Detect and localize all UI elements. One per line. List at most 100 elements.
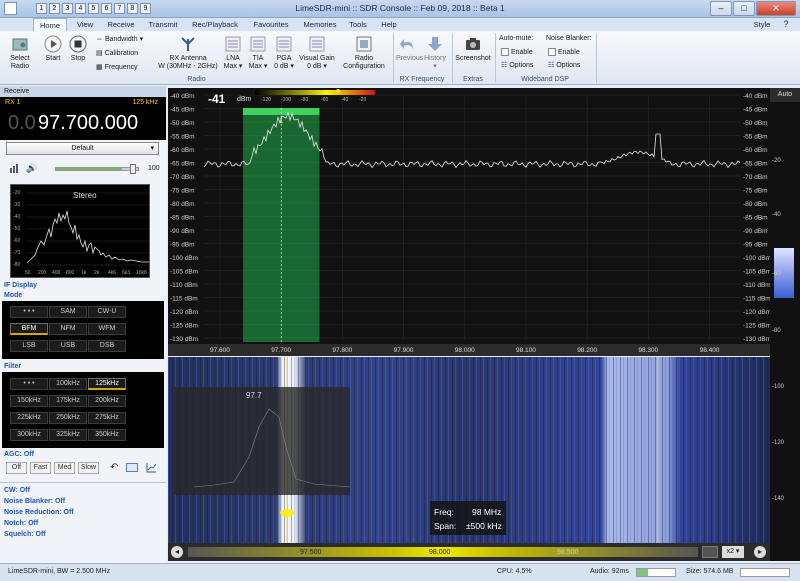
calibration-button[interactable]: ▤ Calibration: [96, 50, 138, 58]
filter-header[interactable]: Filter: [4, 363, 21, 370]
pga-gain-icon: [276, 36, 292, 52]
scroll-right-icon[interactable]: ▸: [754, 546, 766, 558]
rx-antenna-button[interactable]: RX Antenna W (30MHz - 2GHz): [158, 35, 218, 71]
volume-slider-thumb[interactable]: [130, 164, 136, 174]
rx-overlay-panel[interactable]: 97.7: [174, 387, 350, 495]
filter-125khz-button[interactable]: 125kHz: [88, 378, 126, 390]
auto-mute-options-button[interactable]: ☷ Options: [501, 62, 533, 70]
zoom-dropdown[interactable]: x2 ▾: [722, 546, 744, 558]
preset-dropdown[interactable]: Default ▾: [6, 142, 159, 155]
agc-slow-button[interactable]: Slow: [78, 462, 99, 474]
filter-250khz-button[interactable]: 250kHz: [49, 412, 87, 424]
tab-memories[interactable]: Memories: [298, 18, 342, 31]
agc-med-button[interactable]: Med: [54, 462, 75, 474]
noise-blanker-enable-checkbox[interactable]: Enable: [548, 48, 580, 57]
filter-175khz-button[interactable]: 175kHz: [49, 395, 87, 407]
filter-225khz-button[interactable]: 225kHz: [10, 412, 48, 424]
scroll-label: 98.000: [429, 549, 451, 556]
pga-gain-button[interactable]: PGA 0 dB ▾: [272, 35, 296, 71]
filter-300khz-button[interactable]: 300kHz: [10, 429, 48, 441]
audio-y-tick: -20: [13, 190, 21, 196]
db-label-left: -50 dBm: [170, 120, 195, 127]
bandwidth-button[interactable]: ⇔ Bandwidth ▾: [96, 36, 143, 44]
level-tick: -60: [772, 271, 781, 277]
noise-blanker-options-button[interactable]: ☷ Options: [548, 62, 580, 70]
filter-100khz-button[interactable]: 100kHz: [49, 378, 87, 390]
radio-icon: [12, 38, 28, 51]
scroll-left-icon[interactable]: ◂: [171, 546, 183, 558]
keyboard-icon[interactable]: [702, 546, 718, 558]
mode-wfm-button[interactable]: WFM: [88, 323, 126, 335]
notch-setting[interactable]: Notch: Off: [4, 520, 38, 527]
if-display-header[interactable]: IF Display: [4, 282, 37, 289]
db-label-right: -100 dBm: [743, 255, 770, 262]
mode-lsb-button[interactable]: LSB: [10, 340, 48, 352]
help-icon[interactable]: ?: [778, 18, 794, 31]
auto-mute-enable-checkbox[interactable]: Enable: [501, 48, 533, 57]
tab-home[interactable]: Home: [33, 18, 67, 31]
agc-fast-button[interactable]: Fast: [30, 462, 51, 474]
filter-350khz-button[interactable]: 350kHz: [88, 429, 126, 441]
tab-receive[interactable]: Receive: [102, 18, 140, 31]
previous-button[interactable]: Previous: [396, 35, 423, 63]
mode-more-button[interactable]: • • •: [10, 306, 48, 318]
audio-buffer-bar: [636, 568, 676, 577]
select-radio-button[interactable]: Select Radio: [6, 35, 34, 71]
filter-more-button[interactable]: • • •: [10, 378, 48, 390]
screenshot-button[interactable]: Screenshot: [455, 35, 491, 63]
spectrum-display[interactable]: -40 dBm -40 dBm -45 dBm -45 dBm -50 dBm -50 d…: [168, 88, 770, 355]
mode-cw-u-button[interactable]: CW-U: [88, 306, 126, 318]
waterfall-level-bar[interactable]: Auto -20 -40 -60 -80 -100 -120 -140: [770, 88, 800, 561]
visual-gain-button[interactable]: Visual Gain 0 dB ▾: [298, 35, 336, 71]
minimize-icon[interactable]: –: [710, 1, 732, 16]
undo-icon[interactable]: ↶: [110, 462, 118, 473]
lna-gain-icon: [225, 36, 241, 52]
mode-sam-button[interactable]: SAM: [49, 306, 87, 318]
s-meter-tick: -40: [341, 97, 349, 103]
noise-reduction-setting[interactable]: Noise Reduction: Off: [4, 509, 74, 516]
filter-150khz-button[interactable]: 150kHz: [10, 395, 48, 407]
speaker-icon[interactable]: 🔊: [26, 163, 38, 174]
stop-button[interactable]: Stop: [67, 35, 89, 63]
maximize-icon[interactable]: □: [733, 1, 755, 16]
tab-transmit[interactable]: Transmit: [143, 18, 183, 31]
agc-header[interactable]: AGC: Off: [4, 451, 34, 458]
frequency-display[interactable]: RX 1 125 kHz 0.0 97.700.000: [0, 97, 166, 140]
filter-275khz-button[interactable]: 275kHz: [88, 412, 126, 424]
noise-blanker-setting[interactable]: Noise Blanker: Off: [4, 498, 65, 505]
style-menu[interactable]: Style: [750, 18, 774, 31]
mode-nfm-button[interactable]: NFM: [49, 323, 87, 335]
mode-bfm-button[interactable]: BFM: [10, 323, 48, 335]
audio-y-tick: -50: [13, 226, 21, 232]
filter-325khz-button[interactable]: 325kHz: [49, 429, 87, 441]
cw-setting[interactable]: CW: Off: [4, 487, 30, 494]
tab-tools[interactable]: Tools: [344, 18, 372, 31]
tab-help[interactable]: Help: [375, 18, 403, 31]
waterfall-display[interactable]: 97.7 Freq: 98 MHz Span: ±500 kHz: [168, 357, 770, 543]
tab-favourites[interactable]: Favourites: [247, 18, 295, 31]
tab-view[interactable]: View: [70, 18, 100, 31]
start-button[interactable]: Start: [42, 35, 64, 63]
tab-rec-playback[interactable]: Rec/Playback: [186, 18, 244, 31]
tia-gain-button[interactable]: TIA Max ▾: [247, 35, 269, 71]
volume-slider[interactable]: [55, 164, 139, 174]
frequency-axis[interactable]: 97.600 97.700 97.800 97.900 98.000 98.100 98.2…: [168, 344, 770, 356]
radio-configuration-button[interactable]: Radio Configuration: [341, 35, 387, 71]
auto-button[interactable]: Auto: [770, 88, 800, 102]
history-button[interactable]: History ▾: [422, 35, 448, 71]
squelch-setting[interactable]: Squelch: Off: [4, 531, 46, 538]
close-icon[interactable]: ✕: [756, 1, 796, 16]
mode-dsb-button[interactable]: DSB: [88, 340, 126, 352]
frequency-button[interactable]: ▦ Frequency: [96, 64, 138, 72]
agc-off-button[interactable]: Off: [6, 462, 27, 474]
frequency-scrollbar[interactable]: ◂ 97.500 98.000 98.500 x2 ▾ ▸: [168, 543, 770, 561]
agc-graph-icon[interactable]: [146, 462, 157, 473]
audio-x-tick: 6k3: [122, 270, 131, 276]
db-label-right: -120 dBm: [743, 309, 770, 316]
lna-gain-button[interactable]: LNA Max ▾: [222, 35, 244, 71]
mode-usb-button[interactable]: USB: [49, 340, 87, 352]
agc-display-icon[interactable]: [126, 463, 138, 472]
db-label-left: -115 dBm: [170, 296, 198, 303]
mode-header[interactable]: Mode: [4, 292, 22, 299]
filter-200khz-button[interactable]: 200kHz: [88, 395, 126, 407]
